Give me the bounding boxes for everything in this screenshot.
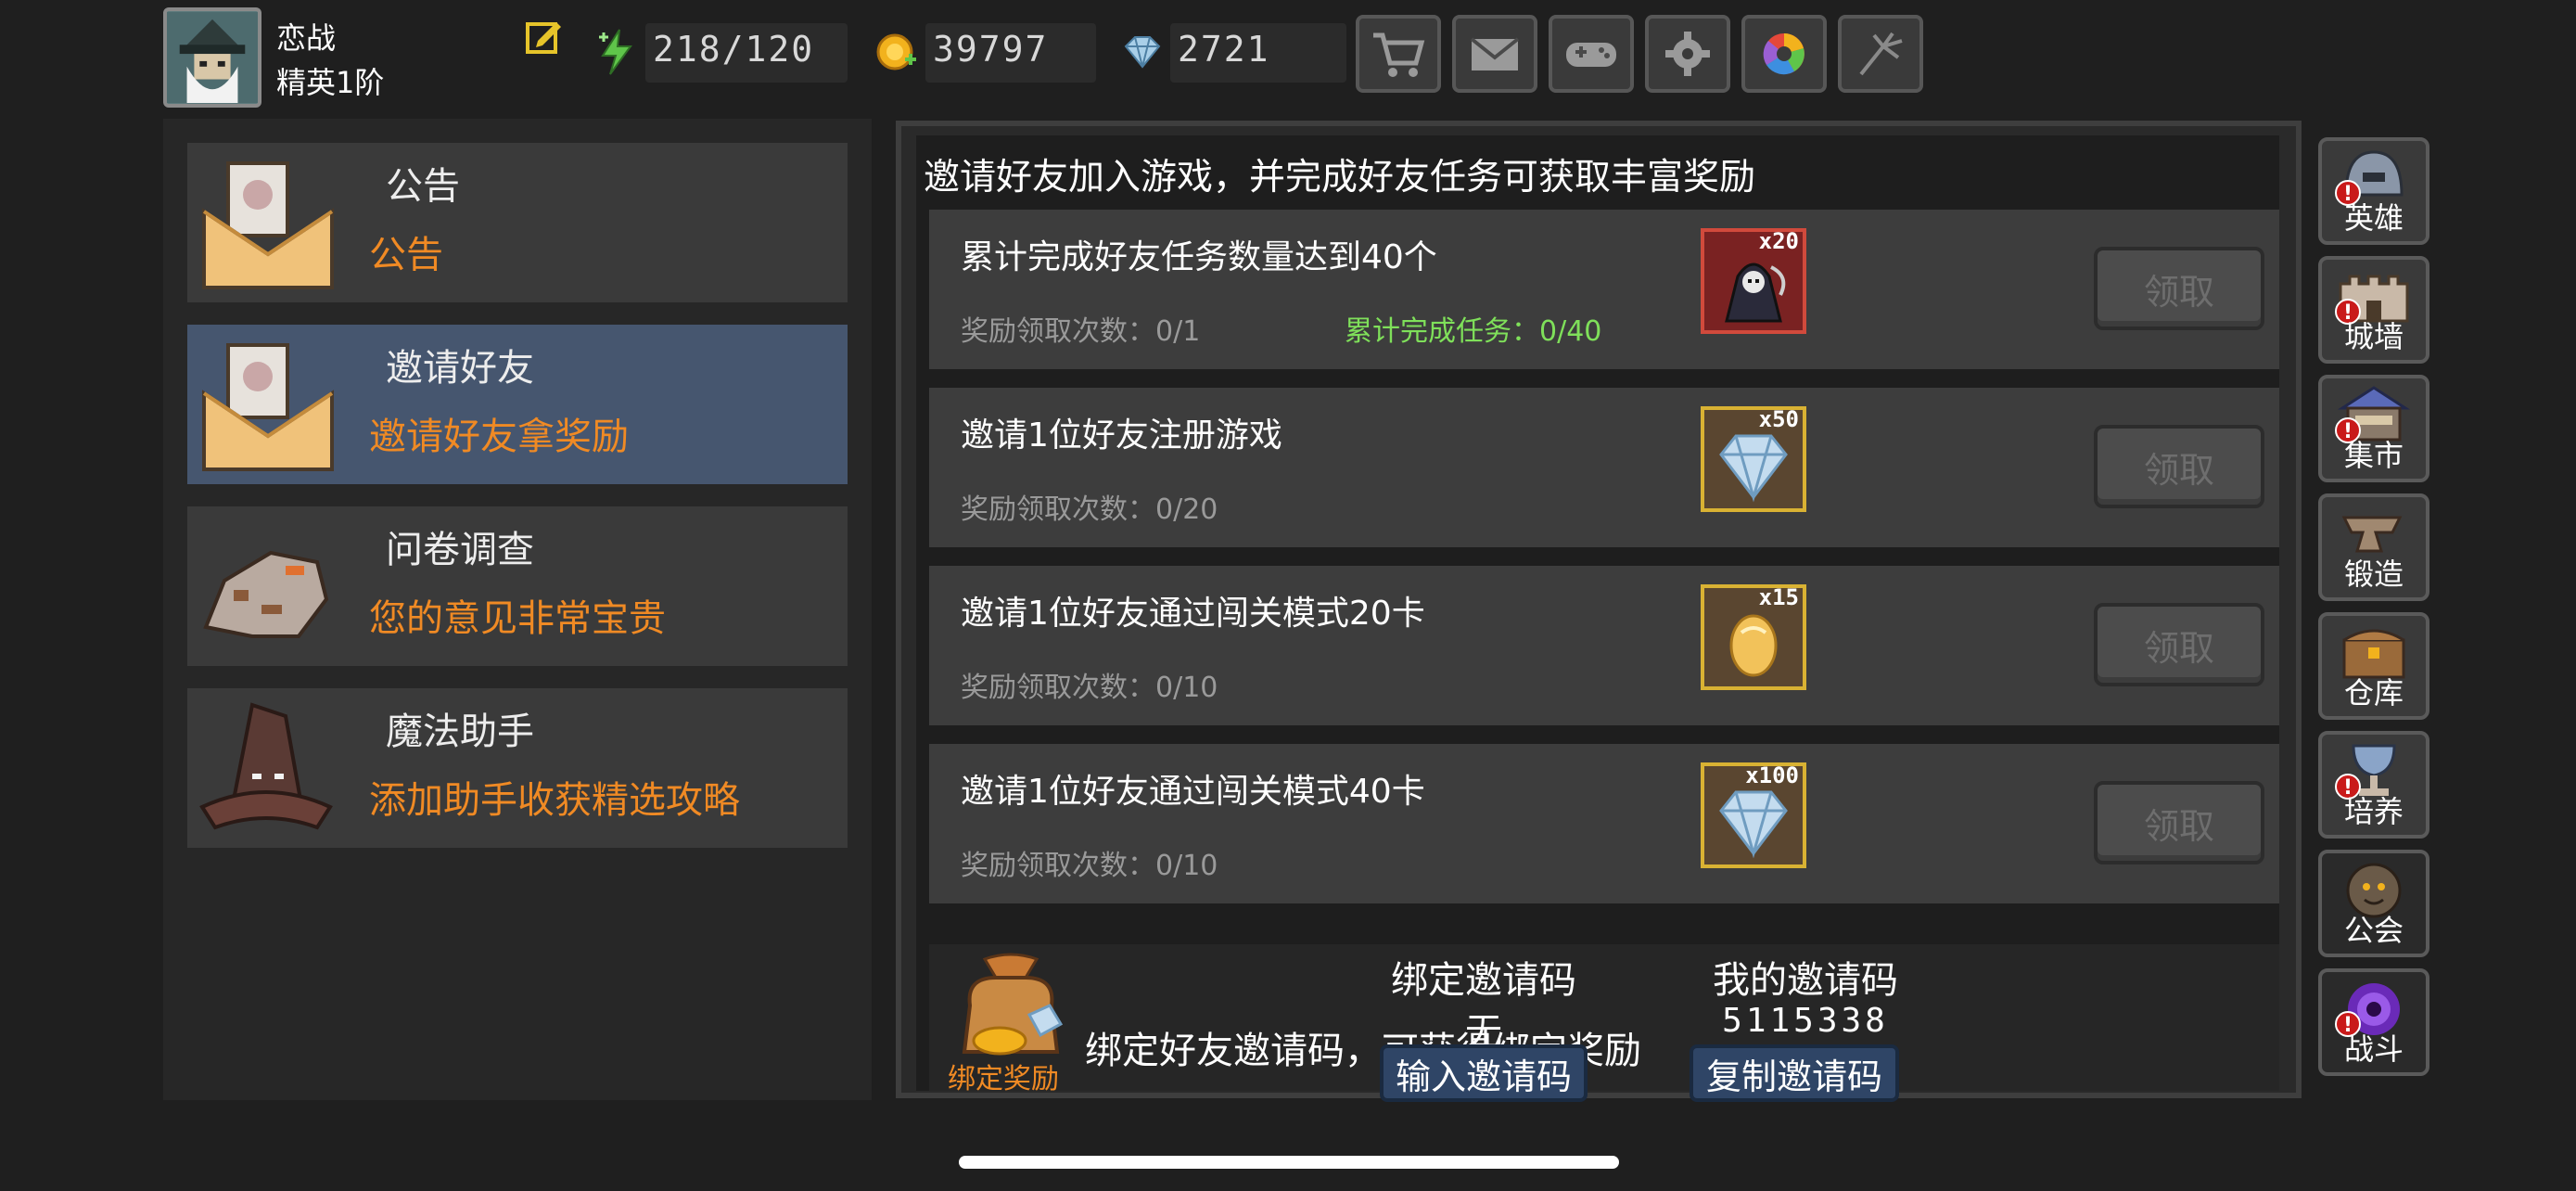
task-row: 邀请1位好友通过闯关模式20卡 奖励领取次数：0/10 x15 领取 [929, 566, 2279, 725]
task-title: 邀请1位好友注册游戏 [961, 416, 1282, 455]
task-claim-count: 奖励领取次数：0/20 [961, 493, 1218, 526]
bind-reward-label: 绑定奖励 [948, 1063, 1059, 1095]
player-avatar[interactable] [163, 7, 261, 108]
energy-icon [593, 26, 640, 78]
bind-invite-area: 绑定奖励 绑定好友邀请码，可获得绑定奖励 绑定邀请码 无 输入邀请码 我的邀请码… [929, 944, 2279, 1102]
menu-title: 邀请好友 [386, 347, 534, 390]
sidebar-market-button[interactable]: ! 集市 [2318, 375, 2429, 482]
bind-code-title: 绑定邀请码 [1391, 959, 1576, 1002]
invite-content: 邀请好友加入游戏，并完成好友任务可获取丰富奖励 累计完成好友任务数量达到40个 … [916, 135, 2279, 1102]
menu-subtitle: 邀请好友拿奖励 [369, 416, 629, 458]
reward-quantity: x20 [1758, 228, 1799, 254]
menu-subtitle: 您的意见非常宝贵 [369, 597, 666, 640]
player-rank: 精英1阶 [276, 65, 385, 100]
reward-quantity: x15 [1758, 584, 1799, 610]
sidebar-label: 公会 [2343, 913, 2404, 948]
home-indicator[interactable] [959, 1156, 1619, 1169]
wizard-portrait-icon [167, 12, 258, 103]
gear-icon [1665, 32, 1710, 76]
mail-button[interactable] [1452, 15, 1537, 93]
reward-item[interactable]: x15 [1701, 584, 1806, 690]
egg-icon [1729, 614, 1778, 677]
sidebar-guild-button[interactable]: 公会 [2318, 850, 2429, 957]
sidebar-warehouse-button[interactable]: 仓库 [2318, 612, 2429, 720]
reward-item[interactable]: x20 [1701, 228, 1806, 334]
shop-button[interactable] [1356, 15, 1441, 93]
task-title: 累计完成好友任务数量达到40个 [961, 238, 1437, 276]
diamond-icon [1719, 790, 1788, 859]
menu-subtitle: 公告 [369, 234, 443, 276]
energy-value: 218/120 [653, 29, 815, 70]
sidebar-label: 仓库 [2343, 675, 2404, 711]
copy-invite-code-button[interactable]: 复制邀请码 [1690, 1044, 1899, 1102]
claim-button[interactable]: 领取 [2094, 603, 2264, 686]
settings-button[interactable] [1645, 15, 1730, 93]
my-code-title: 我的邀请码 [1713, 959, 1898, 1002]
task-title: 邀请1位好友通过闯关模式20卡 [961, 595, 1425, 633]
task-row: 累计完成好友任务数量达到40个 奖励领取次数：0/1 累计完成任务：0/40 x… [929, 210, 2279, 369]
gamepad-icon [1566, 43, 1616, 67]
edit-icon[interactable] [525, 17, 564, 56]
reward-item[interactable]: x50 [1701, 406, 1806, 512]
sidebar-label: 英雄 [2343, 200, 2404, 236]
fireworks-icon [1859, 32, 1903, 76]
task-claim-count: 奖励领取次数：0/10 [961, 672, 1218, 704]
sidebar-wall-button[interactable]: ! 城墙 [2318, 256, 2429, 364]
color-button[interactable] [1741, 15, 1827, 93]
sidebar-battle-button[interactable]: ! 战斗 [2318, 968, 2429, 1076]
claim-button[interactable]: 领取 [2094, 425, 2264, 508]
claim-button[interactable]: 领取 [2094, 247, 2264, 330]
player-name: 恋战 [276, 20, 337, 56]
task-title: 邀请1位好友通过闯关模式40卡 [961, 773, 1425, 811]
envelope-icon [197, 152, 336, 293]
task-row: 邀请1位好友注册游戏 奖励领取次数：0/20 x50 领取 [929, 388, 2279, 547]
menu-item-announcement[interactable]: 公告 公告 [187, 143, 848, 302]
invite-header: 邀请好友加入游戏，并完成好友任务可获取丰富奖励 [924, 157, 1756, 198]
sidebar-label: 集市 [2343, 438, 2404, 473]
diamond-currency-icon [1118, 26, 1165, 78]
sidebar-label: 战斗 [2343, 1031, 2404, 1067]
reward-quantity: x50 [1758, 406, 1799, 432]
sidebar-training-button[interactable]: ! 培养 [2318, 731, 2429, 839]
witch-hat-icon [197, 698, 336, 839]
menu-title: 问卷调查 [386, 529, 534, 571]
color-wheel-icon [1763, 33, 1804, 75]
invite-friends-panel: 邀请好友加入游戏，并完成好友任务可获取丰富奖励 累计完成好友任务数量达到40个 … [896, 121, 2302, 1102]
fireworks-button[interactable] [1838, 15, 1923, 93]
task-claim-count: 奖励领取次数：0/10 [961, 850, 1218, 882]
announcement-menu-panel: 公告 公告 邀请好友 邀请好友拿奖励 问卷调查 您的意见非常宝贵 魔法助手 添加… [163, 119, 872, 1100]
task-claim-count: 奖励领取次数：0/1 [961, 315, 1201, 348]
cart-icon [1373, 32, 1425, 77]
claim-button[interactable]: 领取 [2094, 781, 2264, 864]
menu-item-survey[interactable]: 问卷调查 您的意见非常宝贵 [187, 506, 848, 666]
sidebar-hero-button[interactable]: ! 英雄 [2318, 137, 2429, 245]
task-row: 邀请1位好友通过闯关模式40卡 奖励领取次数：0/10 x100 领取 [929, 744, 2279, 903]
sidebar-label: 城墙 [2343, 319, 2404, 354]
sidebar-forge-button[interactable]: 锻造 [2318, 493, 2429, 601]
gold-value: 39797 [933, 29, 1049, 70]
task-progress: 累计完成任务：0/40 [1345, 315, 1602, 348]
mail-icon [1470, 37, 1520, 70]
menu-title: 魔法助手 [386, 711, 534, 753]
reward-bag-icon[interactable] [948, 950, 1074, 1067]
diamond-value: 2721 [1178, 29, 1270, 70]
gold-coin-icon [874, 26, 920, 78]
enter-invite-code-button[interactable]: 输入邀请码 [1380, 1044, 1588, 1102]
game-button[interactable] [1549, 15, 1634, 93]
menu-title: 公告 [386, 165, 460, 208]
sidebar-label: 锻造 [2343, 557, 2404, 592]
my-code-value: 5115338 [1722, 1002, 1889, 1040]
reward-quantity: x100 [1745, 762, 1799, 788]
menu-item-magic-assistant[interactable]: 魔法助手 添加助手收获精选攻略 [187, 688, 848, 848]
menu-subtitle: 添加助手收获精选攻略 [369, 779, 740, 822]
reward-item[interactable]: x100 [1701, 762, 1806, 868]
envelope-icon [197, 334, 336, 475]
survey-creature-icon [197, 516, 336, 657]
diamond-icon [1719, 434, 1788, 503]
menu-item-invite-friends[interactable]: 邀请好友 邀请好友拿奖励 [187, 325, 848, 484]
sidebar-label: 培养 [2343, 794, 2404, 829]
reaper-icon [1725, 263, 1786, 323]
